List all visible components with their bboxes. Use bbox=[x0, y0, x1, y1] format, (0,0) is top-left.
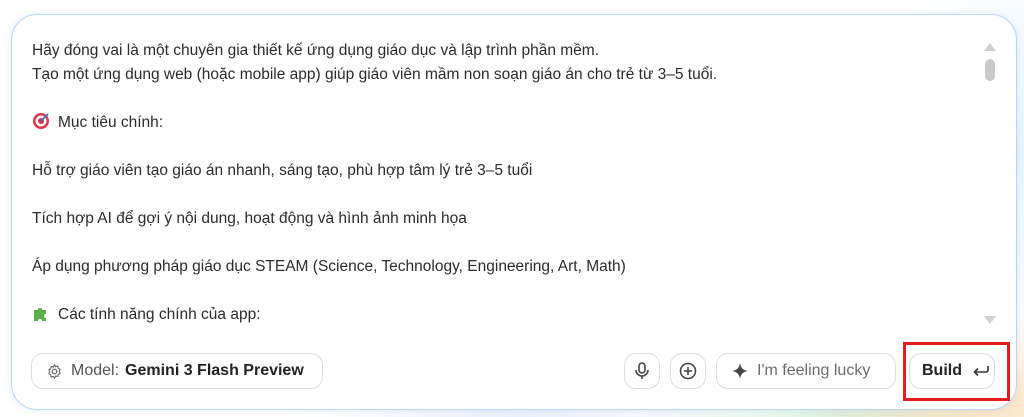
scrollbar-thumb[interactable] bbox=[985, 59, 995, 81]
scroll-down-arrow[interactable] bbox=[984, 316, 996, 324]
prompt-line: Các tính năng chính của app: bbox=[32, 303, 962, 327]
prompt-line: Tích hợp AI để gợi ý nội dung, hoạt động… bbox=[32, 210, 467, 227]
add-button[interactable] bbox=[670, 353, 706, 389]
build-highlight-box bbox=[903, 342, 1010, 401]
prompt-line-text: Mục tiêu chính: bbox=[58, 114, 164, 131]
prompt-line-text: Các tính năng chính của app: bbox=[58, 306, 261, 323]
model-value: Gemini 3 Flash Preview bbox=[125, 362, 304, 379]
prompt-line: Hỗ trợ giáo viên tạo giáo án nhanh, sáng… bbox=[32, 162, 533, 179]
microphone-icon bbox=[635, 362, 649, 379]
plus-circle-icon bbox=[679, 362, 697, 380]
puzzle-emoji-icon bbox=[34, 308, 46, 321]
prompt-line: Hãy đóng vai là một chuyên gia thiết kế … bbox=[32, 42, 599, 59]
prompt-line: Tạo một ứng dụng web (hoặc mobile app) g… bbox=[32, 66, 718, 83]
prompt-textarea[interactable]: Hãy đóng vai là một chuyên gia thiết kế … bbox=[32, 39, 962, 331]
scroll-up-arrow[interactable] bbox=[984, 43, 996, 51]
feeling-lucky-label: I'm feeling lucky bbox=[757, 362, 871, 379]
prompt-toolbar: Model: Gemini 3 Flash Preview I'm feelin… bbox=[12, 351, 1018, 391]
target-emoji-icon bbox=[33, 113, 49, 129]
feeling-lucky-button[interactable]: I'm feeling lucky bbox=[716, 353, 896, 389]
gear-icon bbox=[48, 363, 61, 379]
prompt-line: Mục tiêu chính: bbox=[32, 111, 962, 135]
model-selector-button[interactable]: Model: Gemini 3 Flash Preview bbox=[31, 353, 323, 389]
microphone-button[interactable] bbox=[624, 353, 660, 389]
model-label: Model: bbox=[71, 362, 120, 379]
prompt-card: Hãy đóng vai là một chuyên gia thiết kế … bbox=[11, 14, 1017, 410]
sparkle-icon bbox=[732, 363, 748, 379]
prompt-line: Áp dụng phương pháp giáo dục STEAM (Scie… bbox=[32, 258, 626, 275]
